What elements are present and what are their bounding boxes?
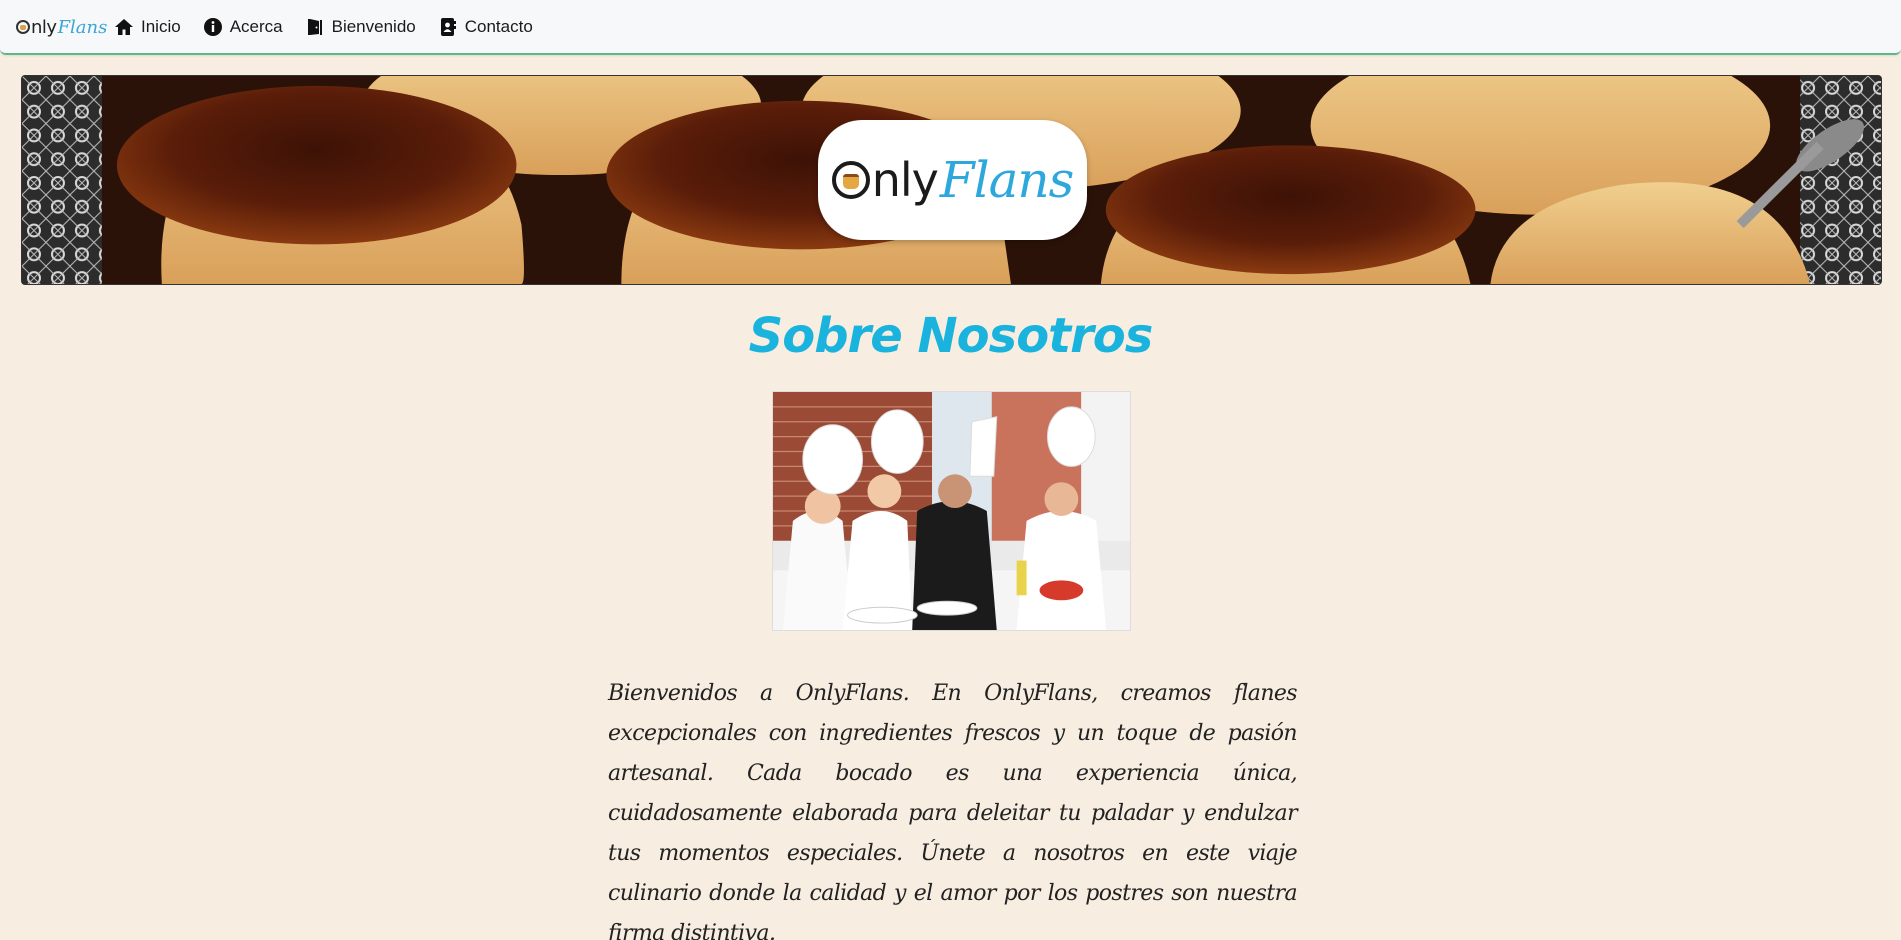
navbar: nly Flans Inicio Acerca Bienvenido Conta… [0,0,1901,55]
nav-item-acerca[interactable]: Acerca [203,14,283,40]
door-icon [305,17,325,37]
nav-item-inicio[interactable]: Inicio [114,14,181,40]
nav-links: Inicio Acerca Bienvenido Contacto [114,14,555,40]
contact-book-icon [438,17,458,37]
hero-banner: nly Flans [21,75,1882,285]
brand-only: nly [16,17,57,38]
nav-label-acerca: Acerca [229,17,283,36]
page-title: Sobre Nosotros [748,308,1154,364]
chefs-photo [772,391,1131,631]
brand-flans: Flans [57,16,108,38]
brand-logo[interactable]: nly Flans [16,12,107,42]
nav-label-bienvenido: Bienvenido [331,17,416,36]
flan-logo-icon [831,161,870,199]
chefs-image [773,392,1130,630]
nav-label-contacto: Contacto [464,17,533,36]
about-paragraph: Bienvenidos a OnlyFlans. En OnlyFlans, c… [608,681,1298,940]
nav-label-inicio: Inicio [141,17,181,36]
home-icon [114,17,134,37]
logo-flans: Flans [939,151,1074,209]
logo-only: nly [831,153,939,207]
info-icon [203,17,223,37]
nav-item-contacto[interactable]: Contacto [438,14,533,40]
nav-item-bienvenido[interactable]: Bienvenido [305,14,416,40]
flan-icon [16,20,30,34]
banner-logo: nly Flans [818,120,1087,240]
